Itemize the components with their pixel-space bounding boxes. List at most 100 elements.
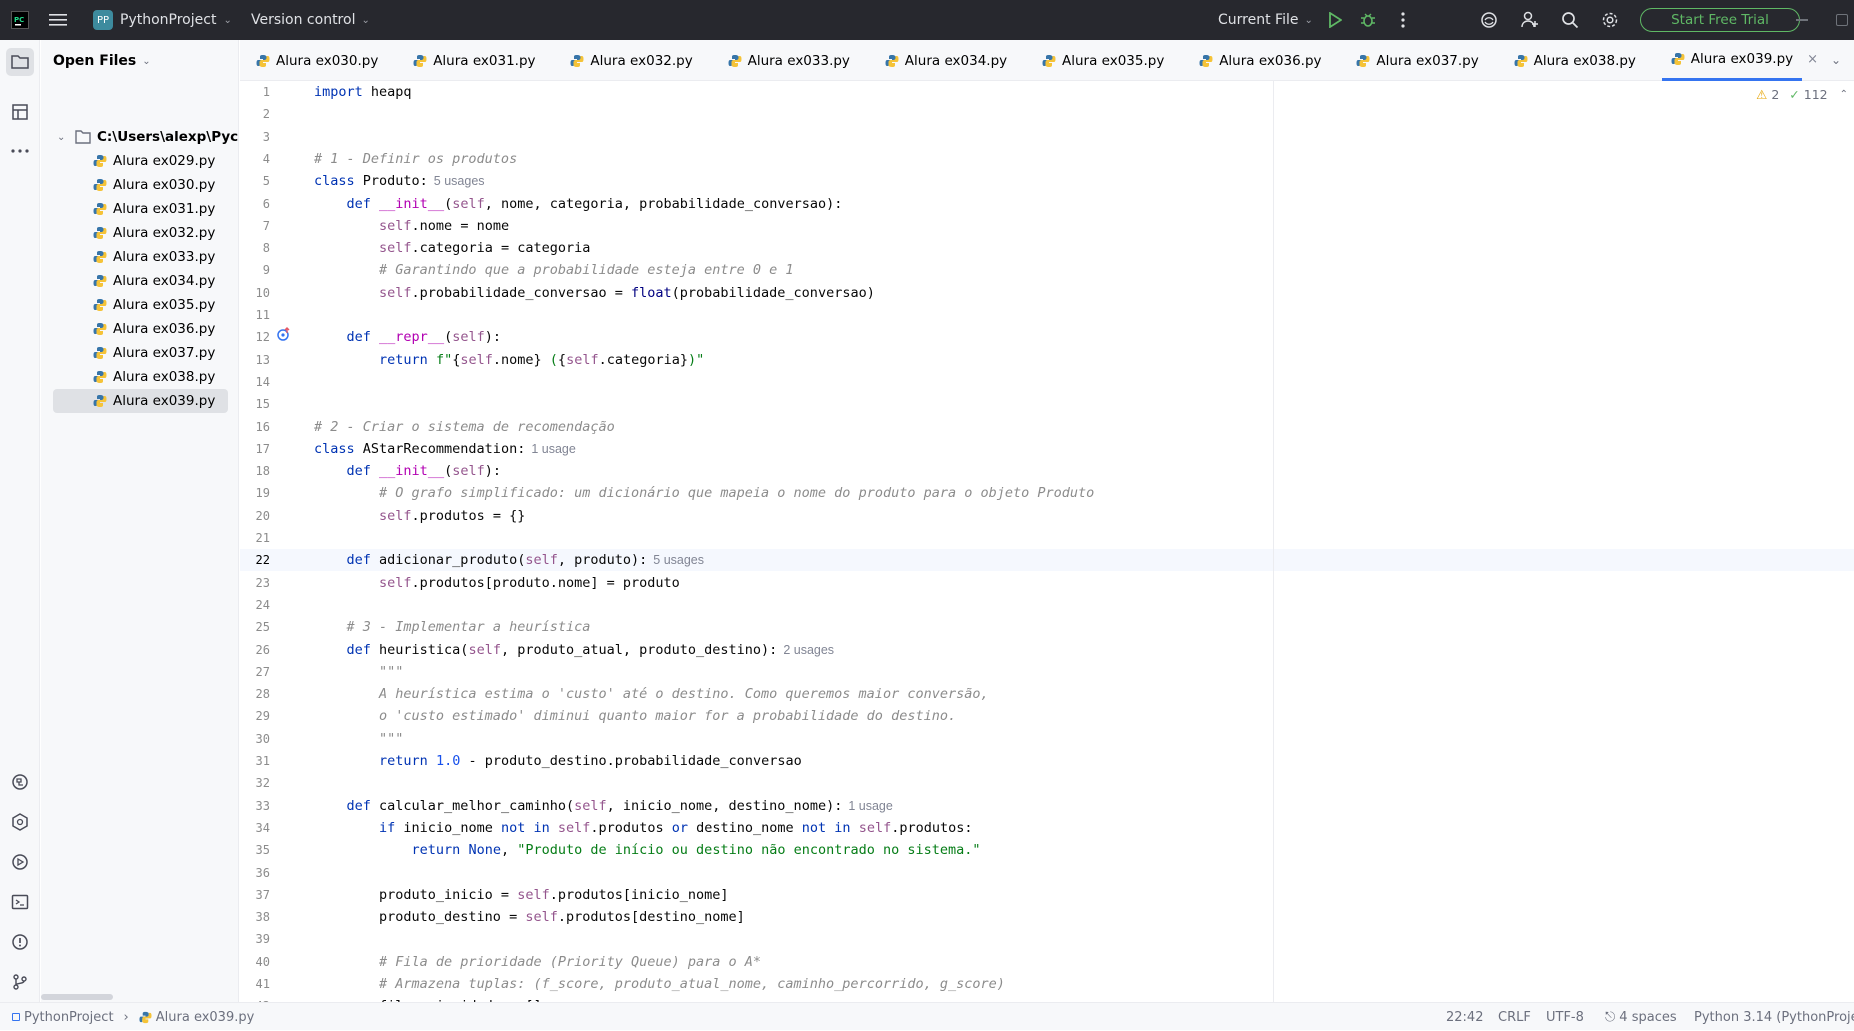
code-line[interactable]: def __repr__(self): bbox=[314, 326, 501, 348]
code-line[interactable]: def adicionar_produto(self, produto): 5 u… bbox=[314, 549, 704, 571]
run-config-selector[interactable]: Current File ⌄ bbox=[1218, 8, 1313, 32]
code-line[interactable]: A heurística estima o 'custo' até o dest… bbox=[314, 683, 989, 705]
line-number[interactable]: 14 bbox=[240, 371, 270, 393]
code-line[interactable]: fila_prioridade = [] bbox=[314, 995, 542, 1002]
tree-file-item[interactable]: Alura ex029.py bbox=[53, 149, 228, 173]
tree-file-item[interactable]: Alura ex033.py bbox=[53, 245, 228, 269]
tree-file-item[interactable]: Alura ex032.py bbox=[53, 221, 228, 245]
line-number[interactable]: 32 bbox=[240, 772, 270, 794]
settings-gear-icon[interactable] bbox=[1600, 10, 1620, 30]
structure-icon[interactable] bbox=[6, 98, 34, 126]
line-number[interactable]: 34 bbox=[240, 817, 270, 839]
vcs-widget[interactable]: Version control ⌄ bbox=[251, 8, 370, 32]
code-line[interactable]: """ bbox=[314, 728, 403, 750]
services-icon[interactable] bbox=[6, 848, 34, 876]
code-line[interactable]: self.nome = nome bbox=[314, 215, 509, 237]
python-interpreter[interactable]: Python 3.14 (PythonProje bbox=[1694, 1003, 1854, 1031]
tab-file[interactable]: Alura ex035.py bbox=[1033, 40, 1183, 81]
tree-file-item[interactable]: Alura ex034.py bbox=[53, 269, 228, 293]
line-number[interactable]: 36 bbox=[240, 862, 270, 884]
run-icon[interactable] bbox=[1325, 10, 1345, 30]
code-line[interactable]: class AStarRecommendation: 1 usage bbox=[314, 438, 576, 460]
line-number[interactable]: 41 bbox=[240, 973, 270, 995]
code-line[interactable]: def __init__(self, nome, categoria, prob… bbox=[314, 193, 843, 215]
start-free-trial-button[interactable]: Start Free Trial bbox=[1640, 8, 1800, 32]
code-line[interactable]: class Produto: 5 usages bbox=[314, 170, 485, 192]
tab-file[interactable]: Alura ex033.py bbox=[719, 40, 869, 81]
tree-root[interactable]: ⌄ C:\Users\alexp\Pycharm bbox=[53, 125, 238, 149]
line-number[interactable]: 23 bbox=[240, 572, 270, 594]
pycharm-logo-icon[interactable]: PC bbox=[11, 11, 29, 29]
close-tab-icon[interactable]: × bbox=[1807, 52, 1818, 67]
line-number[interactable]: 27 bbox=[240, 661, 270, 683]
debug-icon[interactable] bbox=[1358, 10, 1378, 30]
code-line[interactable]: produto_destino = self.produtos[destino_… bbox=[314, 906, 745, 928]
tab-list-dropdown-icon[interactable]: ⌄ bbox=[1826, 50, 1846, 70]
code-line[interactable]: self.produtos = {} bbox=[314, 505, 525, 527]
line-number[interactable]: 2 bbox=[240, 103, 270, 125]
line-number[interactable]: 40 bbox=[240, 951, 270, 973]
tab-file[interactable]: Alura ex037.py bbox=[1347, 40, 1497, 81]
tree-file-item[interactable]: Alura ex031.py bbox=[53, 197, 228, 221]
tree-file-item[interactable]: Alura ex036.py bbox=[53, 317, 228, 341]
code-line[interactable]: o 'custo estimado' diminui quanto maior … bbox=[314, 705, 956, 727]
line-separator[interactable]: CRLF bbox=[1498, 1003, 1531, 1031]
ai-assistant-icon[interactable] bbox=[1479, 10, 1499, 30]
line-number[interactable]: 22 bbox=[240, 549, 270, 571]
tree-file-item[interactable]: Alura ex038.py bbox=[53, 365, 228, 389]
code-line[interactable]: # 2 - Criar o sistema de recomendação bbox=[314, 416, 615, 438]
line-number[interactable]: 38 bbox=[240, 906, 270, 928]
line-number[interactable]: 7 bbox=[240, 215, 270, 237]
line-number[interactable]: 25 bbox=[240, 616, 270, 638]
line-number[interactable]: 28 bbox=[240, 683, 270, 705]
line-number[interactable]: 30 bbox=[240, 728, 270, 750]
line-number[interactable]: 15 bbox=[240, 393, 270, 415]
code-editor[interactable]: 1 2 3 4 5 6 7 8 9 10 11 12 13 14 15 16 17 18 19 20 21 22 23 24 2… bbox=[240, 81, 1854, 1002]
usages-hint[interactable]: 2 usages bbox=[777, 643, 834, 657]
line-number-gutter[interactable]: 1 2 3 4 5 6 7 8 9 10 11 12 13 14 15 16 17 18 19 20 21 22 23 24 2… bbox=[240, 81, 315, 1002]
horizontal-scrollbar[interactable] bbox=[41, 994, 113, 1000]
code-line[interactable]: return None, "Produto de início ou desti… bbox=[314, 839, 981, 861]
line-number[interactable]: 42 bbox=[240, 995, 270, 1002]
code-line[interactable]: # 3 - Implementar a heurística bbox=[314, 616, 591, 638]
usages-hint[interactable]: 1 usage bbox=[525, 442, 575, 456]
line-number[interactable]: 35 bbox=[240, 839, 270, 861]
code-line[interactable]: return f"{self.nome} ({self.categoria})" bbox=[314, 349, 704, 371]
line-number[interactable]: 5 bbox=[240, 170, 270, 192]
code-line[interactable]: self.categoria = categoria bbox=[314, 237, 590, 259]
code-line[interactable]: def __init__(self): bbox=[314, 460, 501, 482]
line-number[interactable]: 6 bbox=[240, 193, 270, 215]
tab-file[interactable]: Alura ex031.py bbox=[404, 40, 554, 81]
line-number[interactable]: 21 bbox=[240, 527, 270, 549]
terminal-icon[interactable] bbox=[6, 888, 34, 916]
line-number[interactable]: 12 bbox=[240, 326, 270, 348]
code-line[interactable]: # Garantindo que a probabilidade esteja … bbox=[314, 259, 794, 281]
line-number[interactable]: 39 bbox=[240, 928, 270, 950]
usages-hint[interactable]: 5 usages bbox=[647, 553, 704, 567]
line-number[interactable]: 4 bbox=[240, 148, 270, 170]
tree-file-item[interactable]: Alura ex035.py bbox=[53, 293, 228, 317]
python-console-icon[interactable] bbox=[6, 808, 34, 836]
chevron-up-icon[interactable]: ⌃ bbox=[1840, 89, 1848, 100]
project-folder-icon[interactable] bbox=[6, 48, 34, 76]
line-number[interactable]: 31 bbox=[240, 750, 270, 772]
code-line[interactable]: def heuristica(self, produto_atual, prod… bbox=[314, 639, 835, 661]
usages-hint[interactable]: 1 usage bbox=[842, 799, 892, 813]
code-line[interactable]: produto_inicio = self.produtos[inicio_no… bbox=[314, 884, 729, 906]
code-line[interactable]: """ bbox=[314, 661, 403, 683]
file-encoding[interactable]: UTF-8 bbox=[1546, 1003, 1584, 1031]
code-line[interactable]: self.produtos[produto.nome] = produto bbox=[314, 572, 680, 594]
tree-file-item[interactable]: Alura ex030.py bbox=[53, 173, 228, 197]
more-actions-icon[interactable] bbox=[1393, 10, 1413, 30]
override-marker-icon[interactable] bbox=[276, 326, 292, 342]
code-line[interactable]: import heapq bbox=[314, 81, 412, 103]
main-menu-icon[interactable] bbox=[48, 10, 68, 30]
code-line[interactable]: # O grafo simplificado: um dicionário qu… bbox=[314, 482, 1094, 504]
tab-file[interactable]: Alura ex030.py bbox=[247, 40, 397, 81]
line-number[interactable]: 3 bbox=[240, 126, 270, 148]
breadcrumb-file[interactable]: Alura ex039.py bbox=[156, 1010, 255, 1025]
line-number[interactable]: 29 bbox=[240, 705, 270, 727]
code-line[interactable]: if inicio_nome not in self.produtos or d… bbox=[314, 817, 972, 839]
tree-file-item[interactable]: Alura ex039.py bbox=[53, 389, 228, 413]
search-icon[interactable] bbox=[1560, 10, 1580, 30]
